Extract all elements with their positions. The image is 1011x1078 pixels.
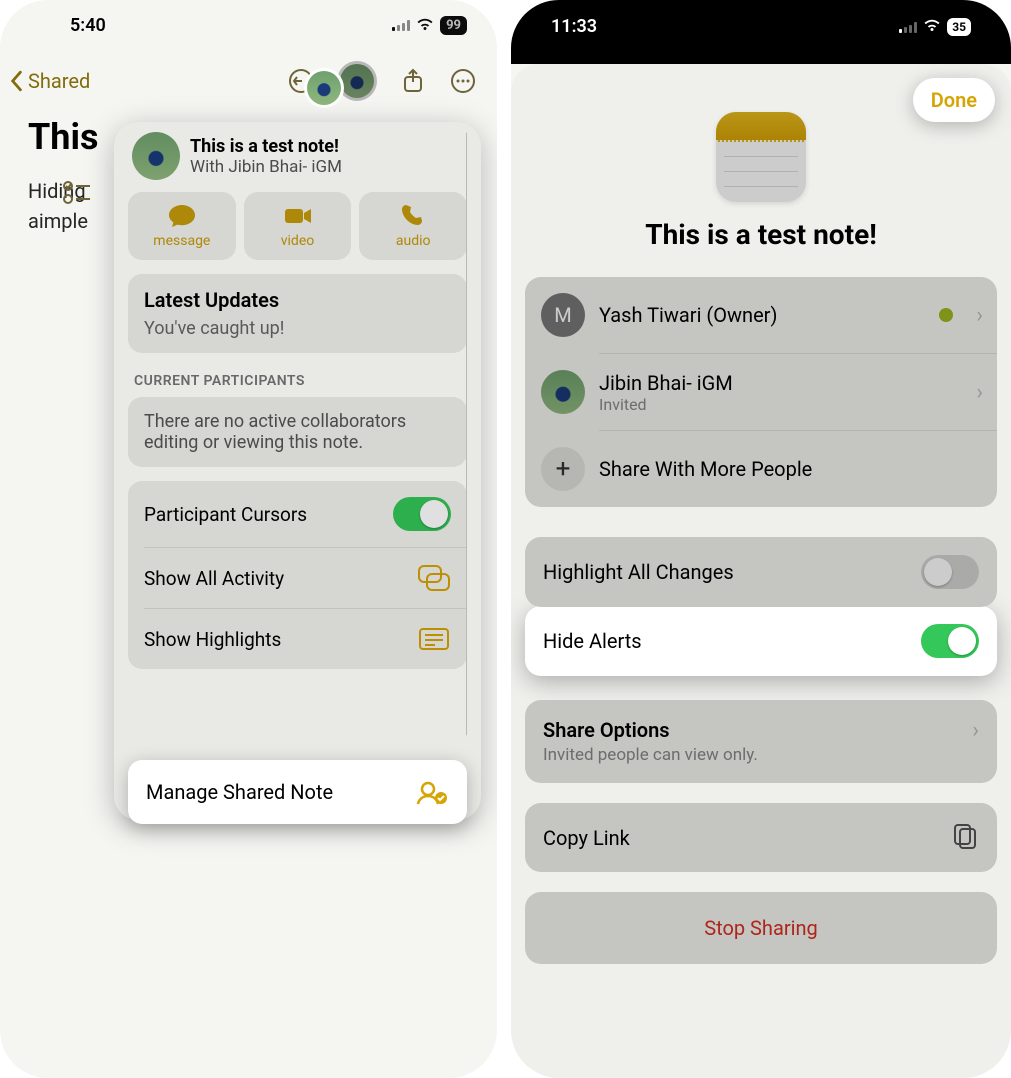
participants-block: There are no active collaborators editin… — [128, 397, 467, 467]
share-icon[interactable] — [399, 67, 427, 95]
cellular-icon — [899, 21, 917, 33]
popover-avatar-icon — [132, 132, 180, 180]
checklist-icon[interactable] — [60, 175, 94, 209]
right-screenshot: 11:33 35 This is a test note! M Yash Tiw… — [511, 0, 1011, 1078]
stop-sharing-card[interactable]: Stop Sharing — [525, 892, 997, 964]
presence-dot-icon — [939, 308, 953, 322]
audio-button[interactable]: audio — [359, 192, 467, 260]
more-icon[interactable] — [449, 67, 477, 95]
battery-badge: 35 — [947, 18, 971, 36]
message-button[interactable]: message — [128, 192, 236, 260]
updates-caughtup: You've caught up! — [144, 318, 451, 339]
owner-name: Yash Tiwari (Owner) — [599, 303, 777, 327]
participants-empty: There are no active collaborators editin… — [144, 411, 451, 453]
video-label: video — [281, 233, 315, 249]
manage-shared-note-row[interactable]: Manage Shared Note — [128, 760, 467, 824]
highlights-label: Show Highlights — [144, 628, 281, 651]
status-time: 5:40 — [70, 15, 106, 36]
owner-row[interactable]: M Yash Tiwari (Owner) › — [525, 277, 997, 353]
copy-icon — [951, 821, 979, 854]
hide-alerts-row[interactable]: Hide Alerts — [525, 606, 997, 676]
chevron-right-icon: › — [972, 718, 979, 743]
show-highlights-row[interactable]: Show Highlights — [128, 609, 467, 669]
back-label: Shared — [28, 69, 90, 93]
activity-label: Show All Activity — [144, 567, 284, 590]
wifi-icon — [416, 15, 434, 36]
share-more-label: Share With More People — [599, 457, 812, 481]
status-time: 11:33 — [551, 16, 597, 37]
manage-label: Manage Shared Note — [146, 780, 333, 804]
people-card: M Yash Tiwari (Owner) › Jibin Bhai- iGM … — [525, 277, 997, 507]
avatar-icon — [340, 64, 374, 98]
status-bar: 5:40 99 — [0, 0, 497, 50]
left-screenshot: 5:40 99 Shared — [0, 0, 497, 1078]
participant-cursors-row[interactable]: Participant Cursors — [128, 481, 467, 547]
settings-list: Participant Cursors Show All Activity Sh… — [128, 481, 467, 669]
invitee-name: Jibin Bhai- iGM — [599, 371, 733, 395]
invitee-avatar — [541, 370, 585, 414]
cursors-toggle[interactable] — [393, 497, 451, 531]
show-activity-row[interactable]: Show All Activity — [128, 548, 467, 608]
chevron-right-icon: › — [976, 380, 983, 405]
invitee-row[interactable]: Jibin Bhai- iGM Invited › — [525, 354, 997, 430]
message-label: message — [153, 233, 210, 249]
collaborator-avatar-highlight — [304, 68, 344, 108]
cursors-label: Participant Cursors — [144, 503, 307, 526]
share-more-row[interactable]: + Share With More People — [525, 431, 997, 507]
video-button[interactable]: video — [244, 192, 352, 260]
manage-shared-note-sheet: This is a test note! M Yash Tiwari (Owne… — [511, 64, 1011, 1078]
back-button[interactable]: Shared — [8, 69, 90, 93]
invitee-status: Invited — [599, 395, 733, 414]
sheet-title: This is a test note! — [511, 218, 1011, 251]
done-button[interactable]: Done — [913, 78, 995, 122]
audio-label: audio — [396, 233, 431, 249]
nav-bar: Shared — [0, 50, 497, 106]
updates-title: Latest Updates — [144, 288, 451, 312]
battery-badge: 99 — [440, 16, 467, 35]
highlight-toggle[interactable] — [921, 555, 979, 589]
popover-subtitle: With Jibin Bhai- iGM — [190, 157, 342, 177]
highlight-label: Highlight All Changes — [543, 560, 734, 584]
popover-scrollbar[interactable] — [466, 132, 467, 736]
participants-header: CURRENT PARTICIPANTS — [128, 367, 467, 397]
highlight-changes-card: Highlight All Changes — [525, 537, 997, 607]
share-options-subtitle: Invited people can view only. — [543, 745, 758, 765]
status-bar: 11:33 35 — [511, 16, 1011, 37]
stop-sharing-label: Stop Sharing — [525, 892, 997, 964]
collaboration-popover: This is a test note! With Jibin Bhai- iG… — [114, 122, 481, 820]
chevron-right-icon: › — [976, 303, 983, 328]
latest-updates-block[interactable]: Latest Updates You've caught up! — [128, 274, 467, 353]
share-options-title: Share Options — [543, 718, 758, 742]
plus-icon: + — [541, 447, 585, 491]
wifi-icon — [923, 16, 941, 37]
manage-icon — [415, 778, 449, 806]
hide-alerts-label: Hide Alerts — [543, 629, 642, 653]
hide-alerts-toggle[interactable] — [921, 624, 979, 658]
share-options-card[interactable]: Share Options Invited people can view on… — [525, 700, 997, 783]
highlights-icon — [417, 625, 451, 653]
cellular-icon — [392, 19, 410, 31]
copy-link-card[interactable]: Copy Link — [525, 803, 997, 872]
copy-link-label: Copy Link — [543, 826, 630, 850]
popover-title: This is a test note! — [190, 136, 342, 157]
activity-icon — [417, 564, 451, 592]
notes-app-icon — [716, 112, 806, 202]
highlight-changes-row[interactable]: Highlight All Changes — [525, 537, 997, 607]
owner-avatar: M — [541, 293, 585, 337]
